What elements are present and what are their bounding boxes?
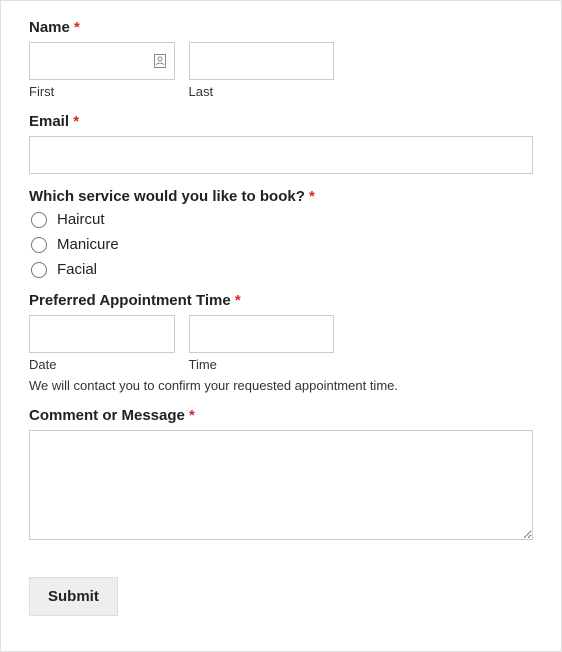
last-name-input[interactable] — [189, 42, 335, 80]
first-name-input[interactable] — [29, 42, 175, 80]
email-input[interactable] — [29, 136, 533, 174]
email-label: Email * — [29, 113, 533, 130]
name-label: Name * — [29, 19, 533, 36]
service-required-mark: * — [309, 188, 315, 205]
service-radio-facial[interactable] — [31, 262, 47, 278]
name-label-text: Name — [29, 19, 70, 36]
date-col: Date — [29, 315, 175, 372]
first-name-sublabel: First — [29, 84, 175, 99]
time-sublabel: Time — [189, 357, 335, 372]
appointment-description: We will contact you to confirm your requ… — [29, 378, 533, 393]
appointment-label: Preferred Appointment Time * — [29, 292, 533, 309]
appointment-label-text: Preferred Appointment Time — [29, 292, 231, 309]
comment-label-text: Comment or Message — [29, 407, 185, 424]
last-name-sublabel: Last — [189, 84, 335, 99]
email-required-mark: * — [73, 113, 79, 130]
time-input[interactable] — [189, 315, 335, 353]
booking-form: Name * First Las — [0, 0, 562, 652]
comment-field-group: Comment or Message * — [29, 407, 533, 545]
service-radio-facial-label[interactable]: Facial — [57, 261, 97, 278]
service-option-manicure: Manicure — [29, 236, 533, 253]
email-field-group: Email * — [29, 113, 533, 174]
service-label: Which service would you like to book? * — [29, 188, 533, 205]
last-name-col: Last — [189, 42, 335, 99]
comment-label: Comment or Message * — [29, 407, 533, 424]
service-radio-manicure[interactable] — [31, 237, 47, 253]
comment-required-mark: * — [189, 407, 195, 424]
service-radio-haircut[interactable] — [31, 212, 47, 228]
service-label-text: Which service would you like to book? — [29, 188, 305, 205]
appointment-required-mark: * — [235, 292, 241, 309]
first-name-col: First — [29, 42, 175, 99]
time-col: Time — [189, 315, 335, 372]
email-label-text: Email — [29, 113, 69, 130]
comment-textarea[interactable] — [29, 430, 533, 540]
name-field-group: Name * First Las — [29, 19, 533, 99]
service-option-facial: Facial — [29, 261, 533, 278]
appointment-row: Date Time — [29, 315, 334, 372]
appointment-field-group: Preferred Appointment Time * Date Time W… — [29, 292, 533, 393]
date-sublabel: Date — [29, 357, 175, 372]
submit-button[interactable]: Submit — [29, 577, 118, 616]
service-radio-manicure-label[interactable]: Manicure — [57, 236, 119, 253]
name-required-mark: * — [74, 19, 80, 36]
service-radio-group: Haircut Manicure Facial — [29, 211, 533, 278]
service-option-haircut: Haircut — [29, 211, 533, 228]
first-name-input-wrap — [29, 42, 175, 80]
service-field-group: Which service would you like to book? * … — [29, 188, 533, 278]
service-radio-haircut-label[interactable]: Haircut — [57, 211, 105, 228]
name-row: First Last — [29, 42, 334, 99]
date-input[interactable] — [29, 315, 175, 353]
